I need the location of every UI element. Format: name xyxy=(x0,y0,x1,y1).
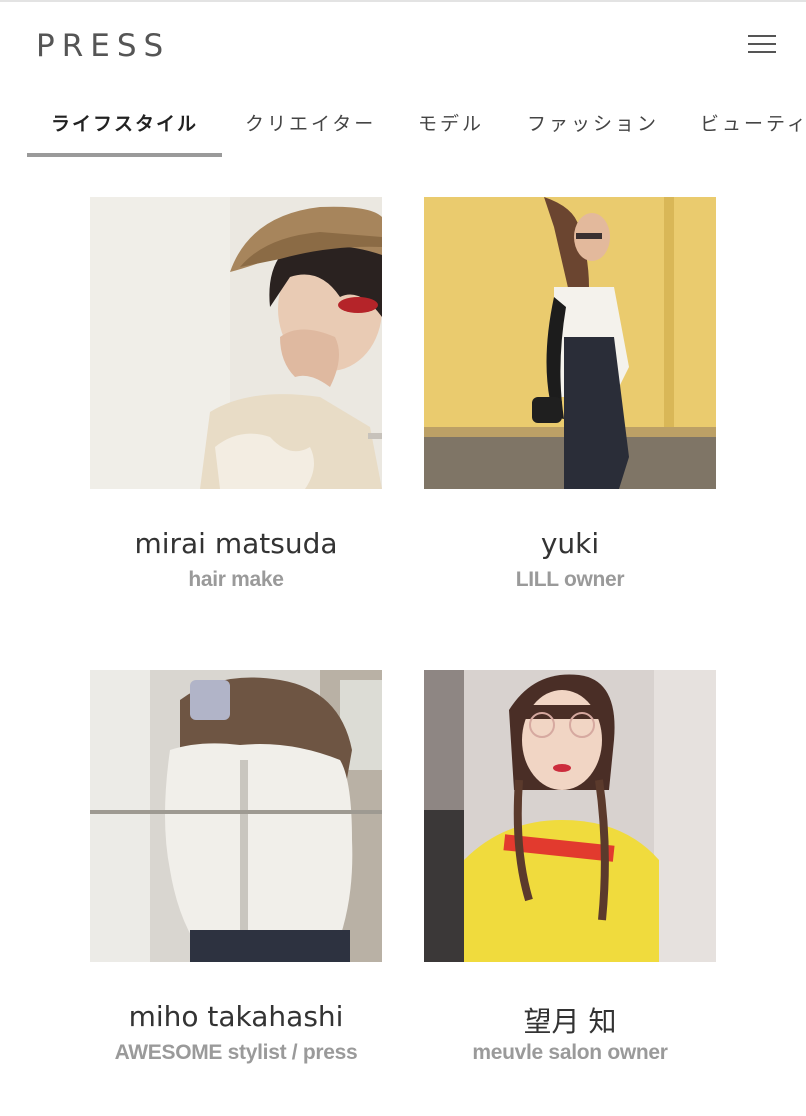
profile-role: hair make xyxy=(188,568,284,591)
profile-name[interactable]: 望月 知 xyxy=(394,1000,746,1040)
category-tabs: ライフスタイル クリエイター モデル ファッション ビューティ xyxy=(0,96,806,160)
profile-photo[interactable] xyxy=(424,197,716,489)
hamburger-icon[interactable] xyxy=(742,28,782,60)
tab-creator[interactable]: クリエイター xyxy=(245,96,376,152)
menu-bar xyxy=(748,35,776,37)
active-tab-indicator xyxy=(27,153,222,157)
profile-role: LILL owner xyxy=(515,568,625,591)
menu-bar xyxy=(748,51,776,53)
profile-role: AWESOME stylist / press xyxy=(114,1041,358,1064)
tab-fashion[interactable]: ファッション xyxy=(527,96,659,152)
site-logo[interactable]: PRESS xyxy=(36,28,170,64)
site-header: PRESS xyxy=(0,2,806,88)
profile-photo[interactable] xyxy=(90,670,382,962)
menu-bar xyxy=(748,43,776,45)
profile-role: meuvle salon owner xyxy=(472,1041,668,1064)
profile-name[interactable]: mirai matsuda xyxy=(60,527,412,560)
profile-name[interactable]: miho takahashi xyxy=(60,1000,412,1033)
profile-name[interactable]: yuki xyxy=(394,527,746,560)
profile-photo[interactable] xyxy=(90,197,382,489)
tab-lifestyle[interactable]: ライフスタイル xyxy=(51,96,198,152)
profile-photo[interactable] xyxy=(424,670,716,962)
tab-beauty[interactable]: ビューティ xyxy=(700,96,806,152)
tab-model[interactable]: モデル xyxy=(418,96,484,152)
